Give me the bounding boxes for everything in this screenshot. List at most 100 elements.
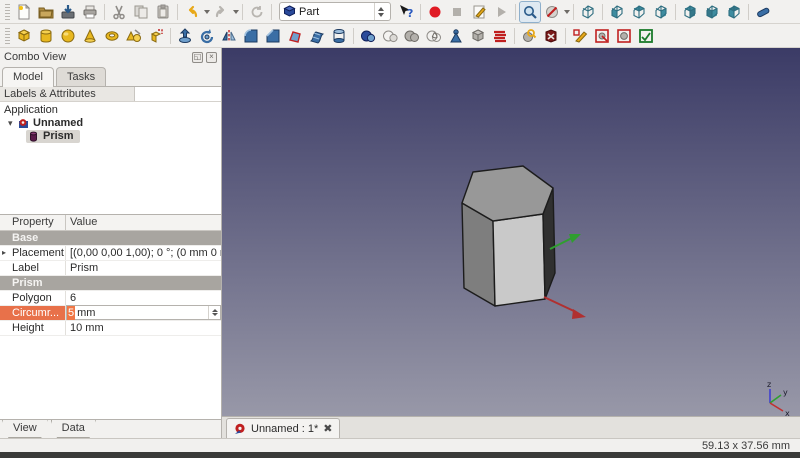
document-icon	[18, 118, 29, 129]
axis-arrow-red[interactable]	[544, 297, 586, 319]
tab-tasks[interactable]: Tasks	[56, 67, 106, 86]
part-cylinder-button[interactable]	[35, 25, 57, 47]
edit-sketch-button[interactable]	[591, 25, 613, 47]
expander-icon[interactable]: ▸	[2, 246, 6, 260]
tree-item-application[interactable]: Application	[0, 104, 221, 117]
prism-solid[interactable]	[462, 166, 555, 306]
part-compound-button[interactable]	[467, 25, 489, 47]
part-torus-button[interactable]	[101, 25, 123, 47]
part-intersection-button[interactable]	[423, 25, 445, 47]
loft-icon	[331, 28, 347, 44]
part-loft-button[interactable]	[328, 25, 350, 47]
part-shape-builder-button[interactable]	[145, 25, 167, 47]
panel-float-button[interactable]: ◱	[192, 52, 203, 63]
toolbar-grip[interactable]	[5, 28, 10, 44]
view-left-button[interactable]	[723, 1, 745, 23]
tree-item-document[interactable]: ▾ Unnamed	[0, 117, 221, 130]
property-row-label[interactable]: Label Prism	[0, 261, 221, 276]
property-row-polygon[interactable]: Polygon 6	[0, 291, 221, 306]
new-file-button[interactable]	[13, 1, 35, 23]
cut-button[interactable]	[108, 1, 130, 23]
property-group-prism[interactable]: Prism	[0, 276, 221, 291]
property-row-placement[interactable]: ▸ Placement [(0,00 0,00 1,00); 0 °; (0 m…	[0, 246, 221, 261]
close-tab-icon[interactable]: ✖	[323, 422, 332, 435]
magnifier-icon	[522, 4, 538, 20]
draw-style-button[interactable]	[541, 1, 563, 23]
macro-edit-button[interactable]	[468, 1, 490, 23]
sphere-icon	[60, 28, 76, 44]
draw-style-menu-arrow[interactable]	[564, 10, 570, 14]
circumradius-spinbox[interactable]: 5 mm	[66, 305, 221, 320]
3d-viewport[interactable]: z y x	[222, 48, 800, 416]
boolean-icon	[360, 28, 376, 44]
part-chamfer-button[interactable]	[262, 25, 284, 47]
document-tab[interactable]: Unnamed : 1* ✖	[226, 418, 340, 438]
macro-record-button[interactable]	[424, 1, 446, 23]
part-connect-button[interactable]	[445, 25, 467, 47]
expander-icon[interactable]: ▾	[8, 117, 18, 130]
open-file-button[interactable]	[35, 1, 57, 23]
tab-model[interactable]: Model	[2, 67, 54, 87]
record-icon	[427, 4, 443, 20]
workbench-selector[interactable]: Part	[279, 2, 391, 21]
part-union-button[interactable]	[401, 25, 423, 47]
save-button[interactable]	[57, 1, 79, 23]
part-cone-button[interactable]	[79, 25, 101, 47]
part-fillet-button[interactable]	[240, 25, 262, 47]
view-isometric-button[interactable]	[577, 1, 599, 23]
part-box-button[interactable]	[13, 25, 35, 47]
spinbox-unit: mm	[75, 306, 208, 320]
property-row-height[interactable]: Height 10 mm	[0, 321, 221, 336]
view-top-button[interactable]	[628, 1, 650, 23]
part-ruled-surface-button[interactable]	[306, 25, 328, 47]
model-tree: Application ▾ Unnamed Prism	[0, 102, 221, 214]
boolean-cut-icon	[382, 28, 398, 44]
spinbox-selected-value[interactable]: 5	[67, 306, 75, 320]
column-header-property[interactable]: Property	[0, 215, 66, 230]
property-row-circumradius[interactable]: Circumr... 5 mm	[0, 306, 221, 321]
redo-menu-arrow[interactable]	[233, 10, 239, 14]
measure-linear-button[interactable]	[752, 1, 774, 23]
tab-view[interactable]: View	[2, 420, 48, 438]
extrude-icon	[177, 28, 193, 44]
part-revolve-button[interactable]	[196, 25, 218, 47]
column-header-value[interactable]: Value	[66, 215, 221, 230]
svg-text:x: x	[785, 409, 790, 416]
redo-button[interactable]	[210, 1, 232, 23]
part-sphere-button[interactable]	[57, 25, 79, 47]
workbench-selector-spin[interactable]	[374, 3, 387, 20]
view-bottom-button[interactable]	[701, 1, 723, 23]
paste-button[interactable]	[152, 1, 174, 23]
spinbox-steppers[interactable]	[208, 306, 220, 319]
copy-button[interactable]	[130, 1, 152, 23]
part-mirror-button[interactable]	[218, 25, 240, 47]
check-geometry-icon	[521, 28, 537, 44]
part-cross-sections-button[interactable]	[489, 25, 511, 47]
part-cut-button[interactable]	[379, 25, 401, 47]
fit-all-button[interactable]	[519, 1, 541, 23]
property-group-base[interactable]: Base	[0, 231, 221, 246]
macro-stop-button[interactable]	[446, 1, 468, 23]
whats-this-button[interactable]: ?	[395, 1, 417, 23]
undo-button[interactable]	[181, 1, 203, 23]
toolbar-standard: Part ?	[0, 0, 800, 24]
print-button[interactable]	[79, 1, 101, 23]
refresh-button[interactable]	[246, 1, 268, 23]
part-boolean-button[interactable]	[357, 25, 379, 47]
view-rear-button[interactable]	[679, 1, 701, 23]
view-front-button[interactable]	[606, 1, 628, 23]
map-sketch-to-face-button[interactable]	[613, 25, 635, 47]
defeaturing-button[interactable]	[540, 25, 562, 47]
view-right-button[interactable]	[650, 1, 672, 23]
part-make-face-button[interactable]	[284, 25, 306, 47]
tree-item-prism[interactable]: Prism	[0, 130, 221, 143]
tab-data[interactable]: Data	[51, 420, 96, 438]
validate-sketch-button[interactable]	[635, 25, 657, 47]
part-primitives-button[interactable]	[123, 25, 145, 47]
create-sketch-button[interactable]	[569, 25, 591, 47]
part-extrude-button[interactable]	[174, 25, 196, 47]
check-geometry-button[interactable]	[518, 25, 540, 47]
toolbar-grip[interactable]	[5, 4, 10, 20]
panel-close-button[interactable]: ×	[206, 52, 217, 63]
macro-play-button[interactable]	[490, 1, 512, 23]
